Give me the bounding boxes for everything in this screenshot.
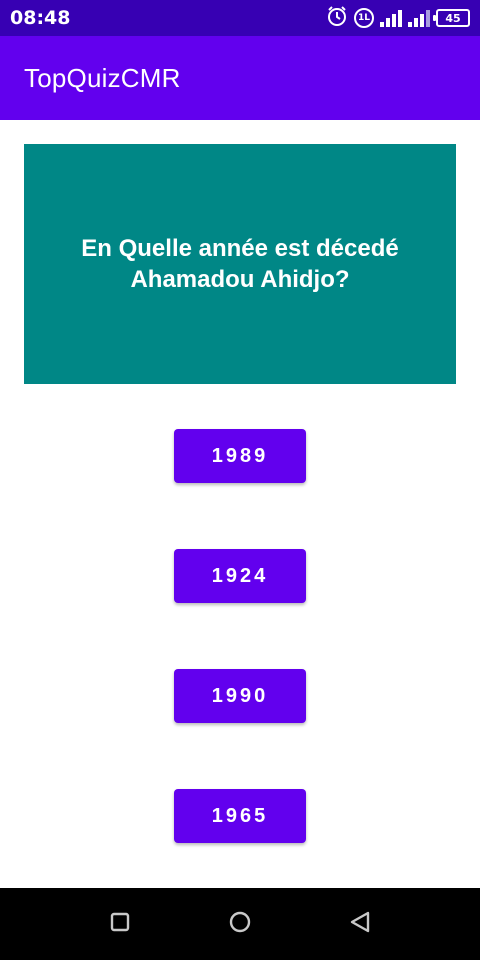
recent-apps-icon	[109, 911, 131, 937]
app-title: TopQuizCMR	[24, 62, 181, 93]
status-time: 08:48	[10, 7, 71, 29]
question-text: En Quelle année est décedé Ahamadou Ahid…	[81, 235, 399, 293]
recent-apps-button[interactable]	[80, 888, 160, 960]
home-icon	[228, 910, 252, 938]
alarm-icon	[326, 5, 348, 31]
question-card: En Quelle année est décedé Ahamadou Ahid…	[24, 144, 456, 384]
battery-icon: 45	[433, 9, 470, 27]
answer-button-3[interactable]: 1990	[174, 669, 306, 723]
signal-icon	[408, 9, 430, 27]
answer-button-4[interactable]: 1965	[174, 789, 306, 843]
answer-button-2[interactable]: 1924	[174, 549, 306, 603]
home-button[interactable]	[200, 888, 280, 960]
data-saver-icon: 1L	[354, 8, 374, 28]
battery-level: 45	[445, 11, 461, 25]
answer-button-1[interactable]: 1989	[174, 429, 306, 483]
back-icon	[348, 910, 372, 938]
signal-icon	[380, 9, 402, 27]
app-bar: TopQuizCMR	[0, 36, 480, 120]
navigation-bar	[0, 888, 480, 960]
status-bar: 08:48 1L 45	[0, 0, 480, 36]
back-button[interactable]	[320, 888, 400, 960]
status-icons: 1L 45	[326, 5, 470, 31]
